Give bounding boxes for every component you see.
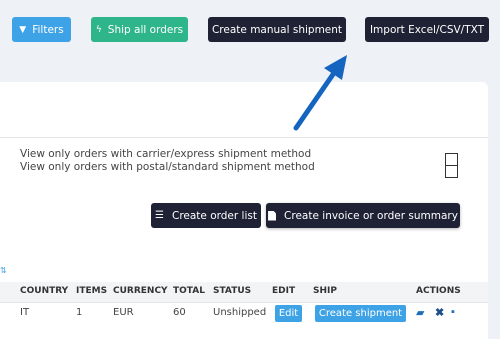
table-row-divider [0, 302, 488, 303]
cell-currency: EUR [113, 307, 134, 318]
header-edit: EDIT [272, 286, 296, 296]
filter-icon: ▼ [19, 24, 27, 35]
filter-option-postal-standard: View only orders with postal/standard sh… [20, 161, 315, 173]
top-toolbar: ▼ Filters ϟ Ship all orders Create manua… [0, 0, 500, 60]
delete-x-icon[interactable]: ✖ [435, 306, 444, 319]
edit-order-button[interactable]: Edit [275, 305, 302, 322]
order-list-label: Create order list [171, 209, 257, 222]
create-shipment-button[interactable]: Create shipment [315, 305, 406, 322]
document-icon [268, 210, 277, 221]
create-invoice-button[interactable]: Create invoice or order summary [266, 203, 460, 228]
header-ship: SHIP [313, 286, 337, 296]
invoice-label: Create invoice or order summary [284, 209, 458, 222]
folder-open-icon[interactable]: ▰ [416, 306, 424, 319]
postal-standard-checkbox[interactable] [445, 165, 458, 178]
header-total: TOTAL [173, 286, 205, 296]
cell-items: 1 [76, 307, 83, 318]
header-currency: CURRENCY [113, 286, 168, 296]
create-manual-shipment-button[interactable]: Create manual shipment [208, 17, 346, 42]
filter-option-carrier-express: View only orders with carrier/express sh… [20, 148, 312, 160]
header-country: COUNTRY [20, 286, 69, 296]
cell-country: IT [20, 307, 30, 318]
panel-divider [0, 137, 488, 138]
create-order-list-button[interactable]: ☰ Create order list [151, 203, 261, 228]
filters-button[interactable]: ▼ Filters [12, 17, 71, 42]
bolt-icon: ϟ [95, 24, 102, 35]
header-status: STATUS [213, 286, 252, 296]
ship-all-label: Ship all orders [107, 23, 184, 36]
cell-status: Unshipped [213, 307, 267, 318]
filters-label: Filters [32, 23, 64, 36]
header-items: ITEMS [76, 286, 108, 296]
import-file-button[interactable]: Import Excel/CSV/TXT [365, 17, 489, 42]
manual-shipment-label: Create manual shipment [211, 23, 343, 36]
import-label: Import Excel/CSV/TXT [369, 23, 485, 36]
header-actions: ACTIONS [416, 286, 461, 296]
ship-all-orders-button[interactable]: ϟ Ship all orders [91, 17, 188, 42]
sort-icon[interactable]: ⇅ [0, 266, 7, 275]
note-icon[interactable]: ▪ [451, 306, 455, 318]
list-icon: ☰ [155, 210, 164, 221]
cell-total: 60 [173, 307, 186, 318]
